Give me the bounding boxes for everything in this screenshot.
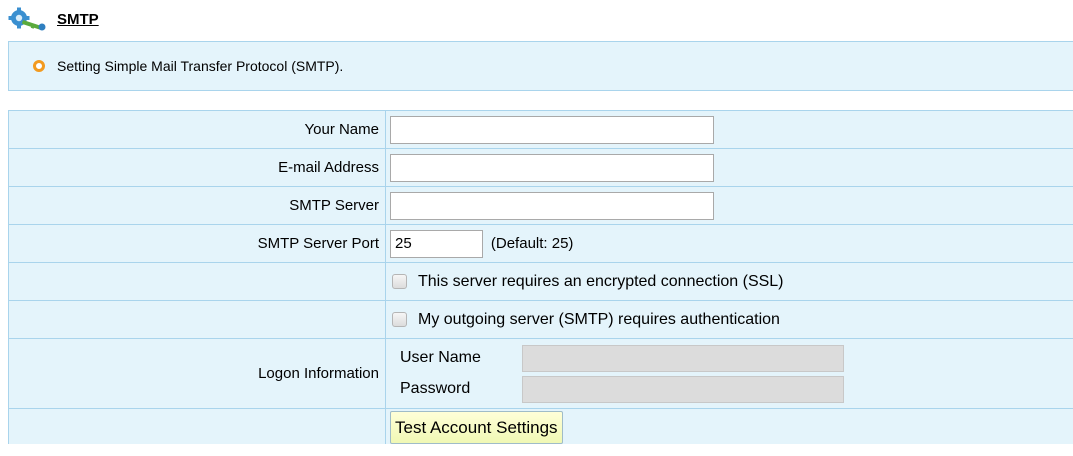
password-label: Password xyxy=(400,380,471,397)
user-name-label: User Name xyxy=(400,349,481,366)
ssl-cell: This server requires an encrypted connec… xyxy=(385,262,1073,301)
info-banner: Setting Simple Mail Transfer Protocol (S… xyxy=(8,41,1073,91)
password-input[interactable] xyxy=(522,375,844,403)
email-address-label: E-mail Address xyxy=(8,148,386,187)
email-address-input[interactable] xyxy=(390,153,714,182)
test-account-settings-button[interactable]: Test Account Settings xyxy=(390,411,563,444)
logon-cell: User Name Password xyxy=(385,338,1073,409)
email-address-cell xyxy=(385,148,1073,187)
logon-information-label: Logon Information xyxy=(8,338,386,409)
page-title[interactable]: SMTP xyxy=(57,11,99,28)
smtp-server-label: SMTP Server xyxy=(8,186,386,225)
test-label-cell xyxy=(8,408,386,444)
row-your-name: Your Name xyxy=(8,110,1073,149)
auth-cell: My outgoing server (SMTP) requires authe… xyxy=(385,300,1073,339)
row-email-address: E-mail Address xyxy=(8,148,1073,187)
info-text: Setting Simple Mail Transfer Protocol (S… xyxy=(57,58,344,74)
your-name-label: Your Name xyxy=(8,110,386,149)
smtp-port-label: SMTP Server Port xyxy=(8,224,386,263)
row-smtp-server: SMTP Server xyxy=(8,186,1073,225)
user-name-input[interactable] xyxy=(522,344,844,372)
your-name-input[interactable] xyxy=(390,115,714,144)
smtp-server-input[interactable] xyxy=(390,191,714,220)
smtp-port-hint: (Default: 25) xyxy=(490,235,574,252)
bullet-icon xyxy=(33,60,45,72)
smtp-settings-form: Your Name E-mail Address SMTP Server SMT… xyxy=(8,110,1073,444)
smtp-port-cell: (Default: 25) xyxy=(385,224,1073,263)
auth-checkbox-label[interactable]: My outgoing server (SMTP) requires authe… xyxy=(418,311,780,329)
row-smtp-port: SMTP Server Port (Default: 25) xyxy=(8,224,1073,263)
smtp-server-cell xyxy=(385,186,1073,225)
smtp-port-input[interactable] xyxy=(390,229,483,258)
page-header: SMTP xyxy=(8,6,99,32)
test-cell: Test Account Settings xyxy=(385,408,1073,444)
auth-option[interactable]: My outgoing server (SMTP) requires authe… xyxy=(390,311,1073,329)
row-ssl: This server requires an encrypted connec… xyxy=(8,262,1073,301)
ssl-label-cell xyxy=(8,262,386,301)
ssl-checkbox[interactable] xyxy=(392,274,407,289)
ssl-checkbox-label[interactable]: This server requires an encrypted connec… xyxy=(418,273,784,291)
row-logon: Logon Information User Name Password xyxy=(8,338,1073,409)
gear-key-icon xyxy=(8,7,48,31)
row-test: Test Account Settings xyxy=(8,408,1073,444)
auth-label-cell xyxy=(8,300,386,339)
row-auth: My outgoing server (SMTP) requires authe… xyxy=(8,300,1073,339)
ssl-option[interactable]: This server requires an encrypted connec… xyxy=(390,273,1073,291)
your-name-cell xyxy=(385,110,1073,149)
logon-fields: User Name Password xyxy=(390,344,1073,403)
auth-checkbox[interactable] xyxy=(392,312,407,327)
